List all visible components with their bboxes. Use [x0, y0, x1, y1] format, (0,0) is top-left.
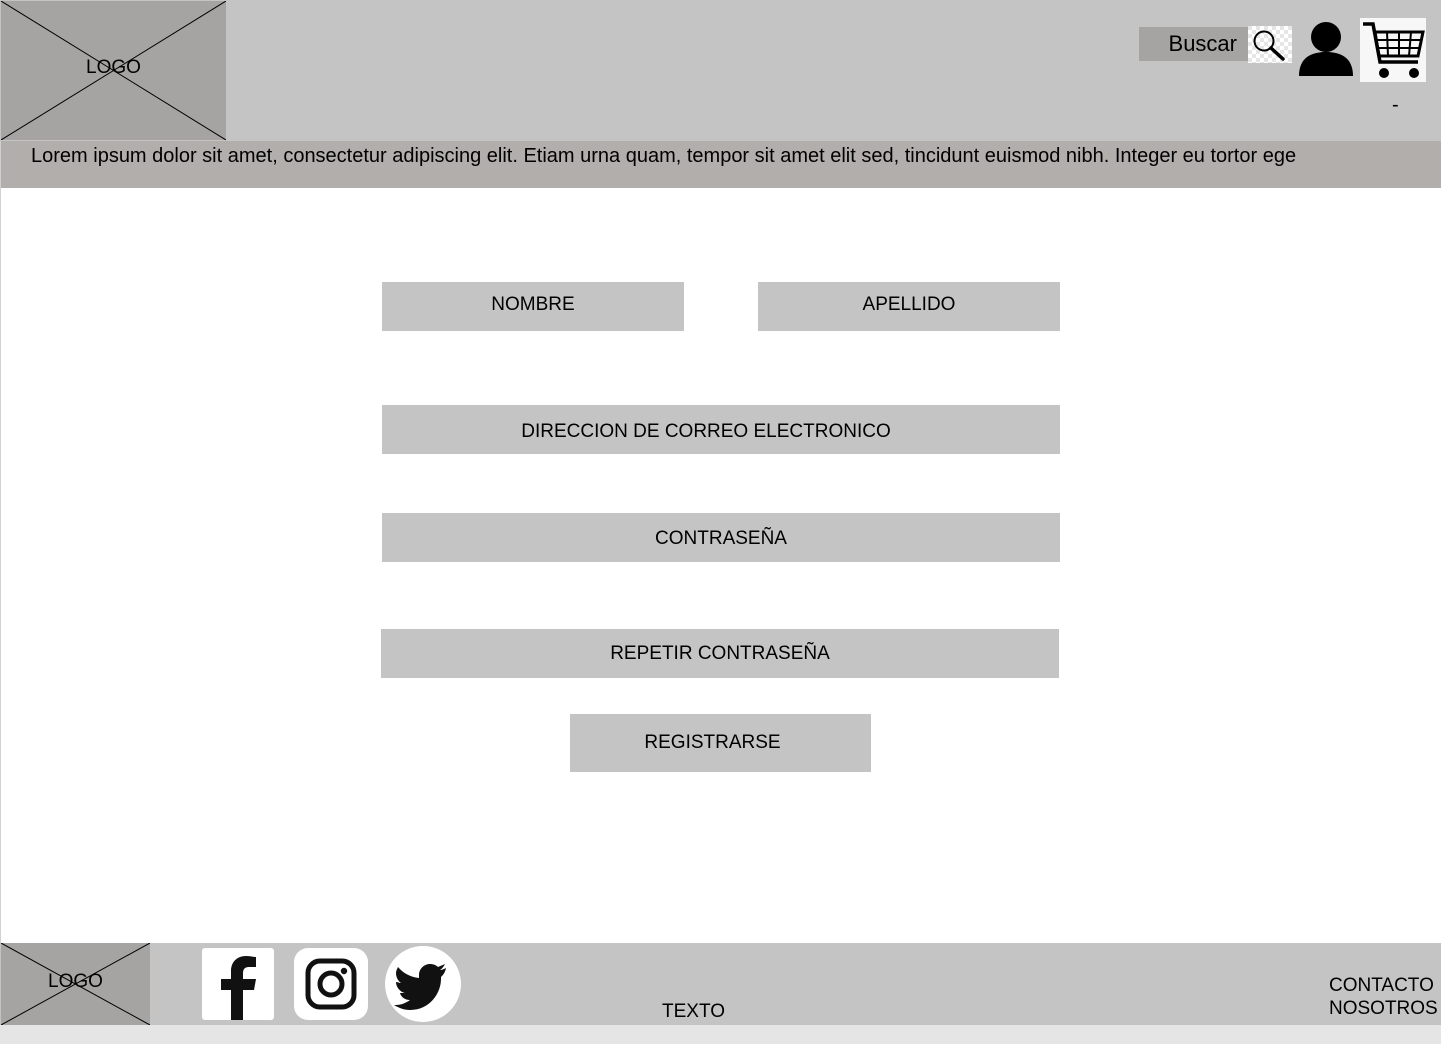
announcement-banner: Lorem ipsum dolor sit amet, consectetur … [1, 141, 1441, 188]
facebook-icon [202, 948, 274, 1020]
search-input[interactable]: Buscar [1139, 27, 1249, 61]
logo-text: LOGO [86, 57, 141, 78]
user-account-button[interactable] [1297, 20, 1355, 78]
password-field[interactable]: CONTRASEÑA [382, 513, 1060, 562]
footer-text: TEXTO [662, 1001, 725, 1022]
first-name-field[interactable]: NOMBRE [382, 282, 684, 331]
email-field[interactable]: DIRECCION DE CORREO ELECTRONICO [382, 405, 1060, 454]
search-label: Buscar [1168, 31, 1237, 56]
twitter-link[interactable] [384, 945, 462, 1023]
twitter-icon [385, 946, 461, 1022]
instagram-link[interactable] [294, 948, 368, 1020]
instagram-icon [294, 948, 368, 1020]
cart-count: - [1392, 94, 1399, 116]
footer-bottom-strip [0, 1025, 1441, 1044]
footer-logo-placeholder[interactable]: LOGO [1, 943, 150, 1025]
user-icon [1299, 22, 1353, 76]
logo-placeholder[interactable]: LOGO [1, 1, 226, 140]
facebook-link[interactable] [202, 948, 274, 1020]
cart-icon [1363, 22, 1425, 78]
repeat-password-field[interactable]: REPETIR CONTRASEÑA [381, 629, 1059, 678]
footer-link-contacto[interactable]: CONTACTO [1329, 975, 1434, 997]
search-icon [1248, 26, 1292, 63]
footer-link-nosotros[interactable]: NOSOTROS [1329, 998, 1438, 1020]
search-button[interactable] [1248, 26, 1292, 63]
footer-logo-text: LOGO [48, 971, 103, 992]
cart-button[interactable] [1360, 18, 1426, 82]
register-button[interactable]: REGISTRARSE [570, 714, 871, 772]
last-name-field[interactable]: APELLIDO [758, 282, 1060, 331]
banner-text: Lorem ipsum dolor sit amet, consectetur … [31, 145, 1297, 167]
